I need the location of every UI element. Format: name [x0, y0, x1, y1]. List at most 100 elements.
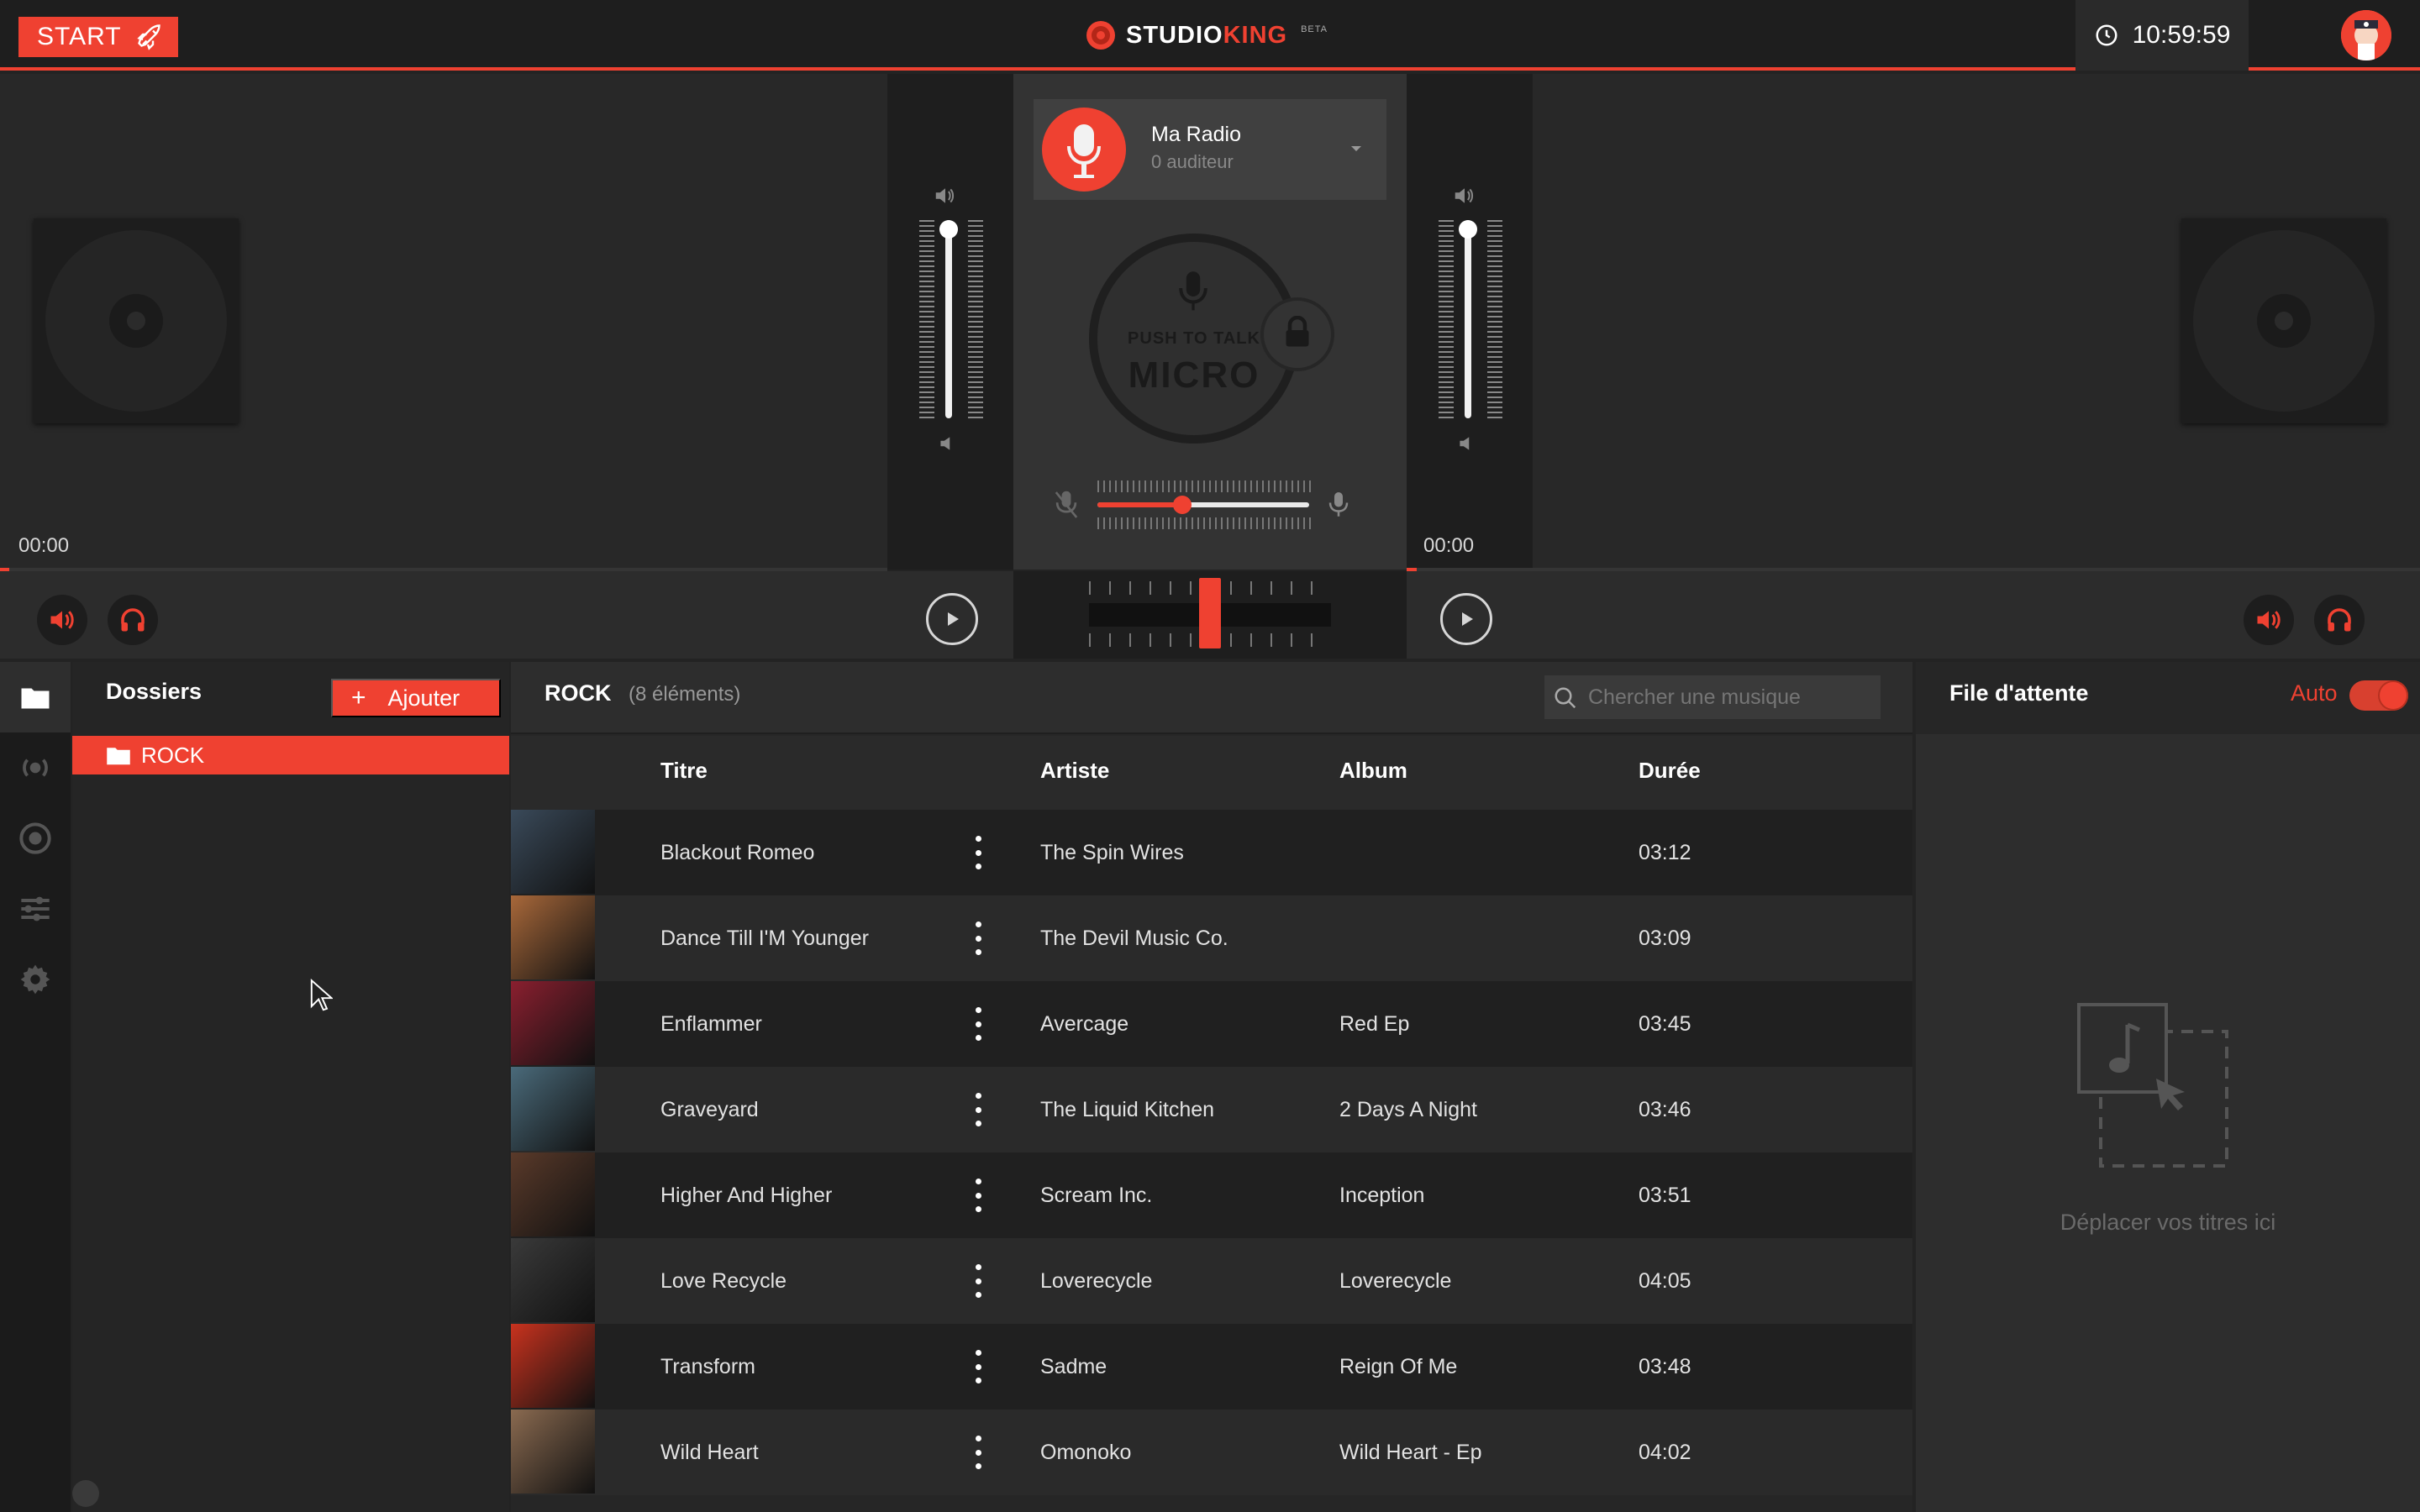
- nav-record[interactable]: [0, 803, 71, 874]
- volume-up-icon: [935, 188, 955, 203]
- album-cover: [511, 1067, 595, 1151]
- scroll-indicator[interactable]: [72, 1480, 99, 1507]
- folder-icon: [107, 748, 130, 765]
- column-headers: [511, 736, 1912, 810]
- track-title: Enflammer: [660, 1011, 762, 1036]
- table-row[interactable]: Higher And Higher Scream Inc. Inception 03:…: [511, 1152, 1912, 1238]
- user-avatar[interactable]: [2341, 10, 2391, 60]
- studioking-logo-icon: [1086, 21, 1115, 50]
- table-row[interactable]: Wild Heart Omonoko Wild Heart - Ep 04:02: [511, 1410, 1912, 1495]
- mic-icon: [1328, 492, 1349, 517]
- more-options-icon[interactable]: [970, 1436, 986, 1469]
- track-duration: 03:45: [1639, 1011, 1691, 1036]
- microphone-icon: [1179, 271, 1207, 311]
- gear-icon: [20, 964, 50, 995]
- deck-left-play-button[interactable]: [926, 593, 978, 645]
- more-options-icon[interactable]: [970, 1179, 986, 1212]
- track-duration: 03:12: [1639, 840, 1691, 864]
- more-options-icon[interactable]: [970, 1264, 986, 1298]
- more-options-icon[interactable]: [970, 1093, 986, 1126]
- track-duration: 03:46: [1639, 1097, 1691, 1121]
- track-artist: Loverecycle: [1040, 1268, 1153, 1293]
- deck-right-speaker-button[interactable]: [2244, 595, 2294, 645]
- chevron-down-icon[interactable]: [1348, 143, 1365, 155]
- table-row[interactable]: Graveyard The Liquid Kitchen 2 Days A Nigh…: [511, 1067, 1912, 1152]
- lock-button[interactable]: [1260, 297, 1334, 371]
- column-album[interactable]: Album: [1339, 758, 1407, 784]
- add-folder-label: Ajouter: [387, 685, 460, 711]
- folder-icon: [21, 688, 50, 709]
- track-album: Wild Heart - Ep: [1339, 1440, 1482, 1464]
- table-row[interactable]: Enflammer Avercage Red Ep 03:45: [511, 981, 1912, 1067]
- mic-mute-icon[interactable]: [1052, 489, 1081, 521]
- tracklist-count: (8 éléments): [629, 683, 741, 706]
- folders-title: Dossiers: [106, 679, 203, 704]
- record-icon: [19, 822, 51, 854]
- track-artist: Sadme: [1040, 1354, 1107, 1378]
- table-row[interactable]: Blackout Romeo The Spin Wires 03:12: [511, 810, 1912, 895]
- track-title: Higher And Higher: [660, 1183, 833, 1207]
- nav-equalizer[interactable]: [0, 874, 71, 944]
- nav-settings[interactable]: [0, 944, 71, 1015]
- track-album: 2 Days A Night: [1339, 1097, 1477, 1121]
- beta-badge: BETA: [1301, 24, 1328, 34]
- clock-icon: [2096, 24, 2118, 46]
- queue-title: File d'attente: [1949, 680, 2089, 706]
- search-input[interactable]: [1544, 675, 1881, 719]
- deck-left-volume-track[interactable]: [945, 220, 952, 418]
- micro-label: MICRO: [1128, 354, 1260, 396]
- mic-level-meter-top: [1097, 480, 1311, 492]
- deck-right-vu-meter: [1439, 220, 1454, 418]
- more-options-icon[interactable]: [970, 1007, 986, 1041]
- plus-icon: +: [351, 684, 366, 711]
- start-button[interactable]: START: [18, 17, 178, 57]
- deck-left-volume-knob[interactable]: [939, 220, 958, 239]
- track-album: Inception: [1339, 1183, 1425, 1207]
- volume-up-icon: [1455, 188, 1474, 203]
- deck-left-headphones-button[interactable]: [108, 595, 158, 645]
- radio-listeners: 0 auditeur: [1151, 151, 1234, 172]
- table-row[interactable]: Love Recycle Loverecycle Loverecycle 04:05: [511, 1238, 1912, 1324]
- vinyl-icon: [45, 230, 227, 412]
- deck-right-time: 00:00: [1423, 534, 1475, 557]
- play-icon: [1462, 612, 1473, 626]
- auto-toggle[interactable]: [2349, 680, 2408, 711]
- deck-right-volume-track[interactable]: [1465, 220, 1471, 418]
- more-options-icon[interactable]: [970, 921, 986, 955]
- column-duration[interactable]: Durée: [1639, 758, 1701, 784]
- folders-panel: [72, 662, 509, 1512]
- column-title[interactable]: Titre: [660, 758, 708, 784]
- push-to-talk-label: PUSH TO TALK: [1128, 329, 1260, 348]
- sliders-icon: [21, 896, 50, 921]
- track-artist: The Liquid Kitchen: [1040, 1097, 1215, 1121]
- table-row[interactable]: Dance Till I'M Younger The Devil Music Co…: [511, 895, 1912, 981]
- deck-right-volume-knob[interactable]: [1459, 220, 1477, 239]
- nav-broadcast[interactable]: [0, 732, 71, 803]
- clock: 10:59:59: [2075, 0, 2249, 71]
- start-label: START: [37, 23, 122, 50]
- deck-right-headphones-button[interactable]: [2314, 595, 2365, 645]
- column-artist[interactable]: Artiste: [1040, 758, 1109, 784]
- crossfader-knob[interactable]: [1199, 578, 1221, 648]
- mic-level-knob[interactable]: [1172, 496, 1192, 514]
- add-folder-button[interactable]: + Ajouter: [331, 679, 501, 717]
- folder-item-label: ROCK: [141, 742, 205, 768]
- mouse-cursor-icon: [310, 979, 333, 1011]
- queue-drop-hint: Déplacer vos titres ici: [2060, 1210, 2276, 1235]
- track-title: Graveyard: [660, 1097, 759, 1121]
- track-duration: 03:09: [1639, 926, 1691, 950]
- more-options-icon[interactable]: [970, 836, 986, 869]
- headphones-icon: [121, 608, 145, 632]
- nav-folders[interactable]: [0, 662, 71, 732]
- rocket-icon: [136, 24, 160, 50]
- more-options-icon[interactable]: [970, 1350, 986, 1383]
- volume-down-icon: [1460, 437, 1470, 450]
- deck-right-play-button[interactable]: [1440, 593, 1492, 645]
- deck-right-vu-meter-right: [1487, 220, 1502, 418]
- folder-item-rock[interactable]: ROCK: [72, 736, 509, 774]
- mic-level-meter-bottom: [1097, 517, 1311, 529]
- track-artist: The Devil Music Co.: [1040, 926, 1228, 950]
- deck-left-speaker-button[interactable]: [37, 595, 87, 645]
- brand-name: STUDIOKING: [1126, 21, 1288, 49]
- table-row[interactable]: Transform Sadme Reign Of Me 03:48: [511, 1324, 1912, 1410]
